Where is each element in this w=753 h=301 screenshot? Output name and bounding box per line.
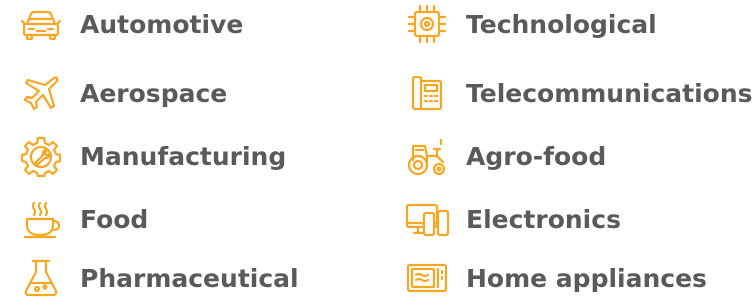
airplane-icon <box>18 70 64 116</box>
industry-item-technological: Technological <box>404 1 657 47</box>
microwave-icon <box>404 255 450 301</box>
industry-item-aerospace: Aerospace <box>18 70 227 116</box>
flask-icon <box>18 255 64 301</box>
fax-phone-icon <box>404 70 450 116</box>
gear-icon <box>18 133 64 179</box>
car-icon <box>18 1 64 47</box>
industry-label: Telecommunications <box>466 78 753 108</box>
industry-item-manufacturing: Manufacturing <box>18 133 286 179</box>
industry-label: Manufacturing <box>80 141 287 171</box>
industry-label: Pharmaceutical <box>80 263 299 293</box>
industry-item-electronics: Electronics <box>404 196 621 242</box>
industry-item-home-appliances: Home appliances <box>404 255 707 301</box>
industry-item-agro-food: Agro-food <box>404 133 606 179</box>
industry-label: Automotive <box>80 9 244 39</box>
coffee-cup-icon <box>18 196 64 242</box>
industry-item-telecommunications: Telecommunications <box>404 70 753 116</box>
industry-label: Technological <box>466 9 657 39</box>
chip-icon <box>404 1 450 47</box>
industry-label: Home appliances <box>466 263 707 293</box>
devices-icon <box>404 196 450 242</box>
industry-item-pharmaceutical: Pharmaceutical <box>18 255 299 301</box>
industry-item-food: Food <box>18 196 148 242</box>
industry-label: Agro-food <box>466 141 607 171</box>
industry-label: Aerospace <box>80 78 228 108</box>
industry-item-automotive: Automotive <box>18 1 243 47</box>
industry-label: Food <box>80 204 149 234</box>
industries-grid: Automotive Aerospace Manufacturing Food … <box>0 0 753 300</box>
tractor-icon <box>404 133 450 179</box>
industry-label: Electronics <box>466 204 621 234</box>
